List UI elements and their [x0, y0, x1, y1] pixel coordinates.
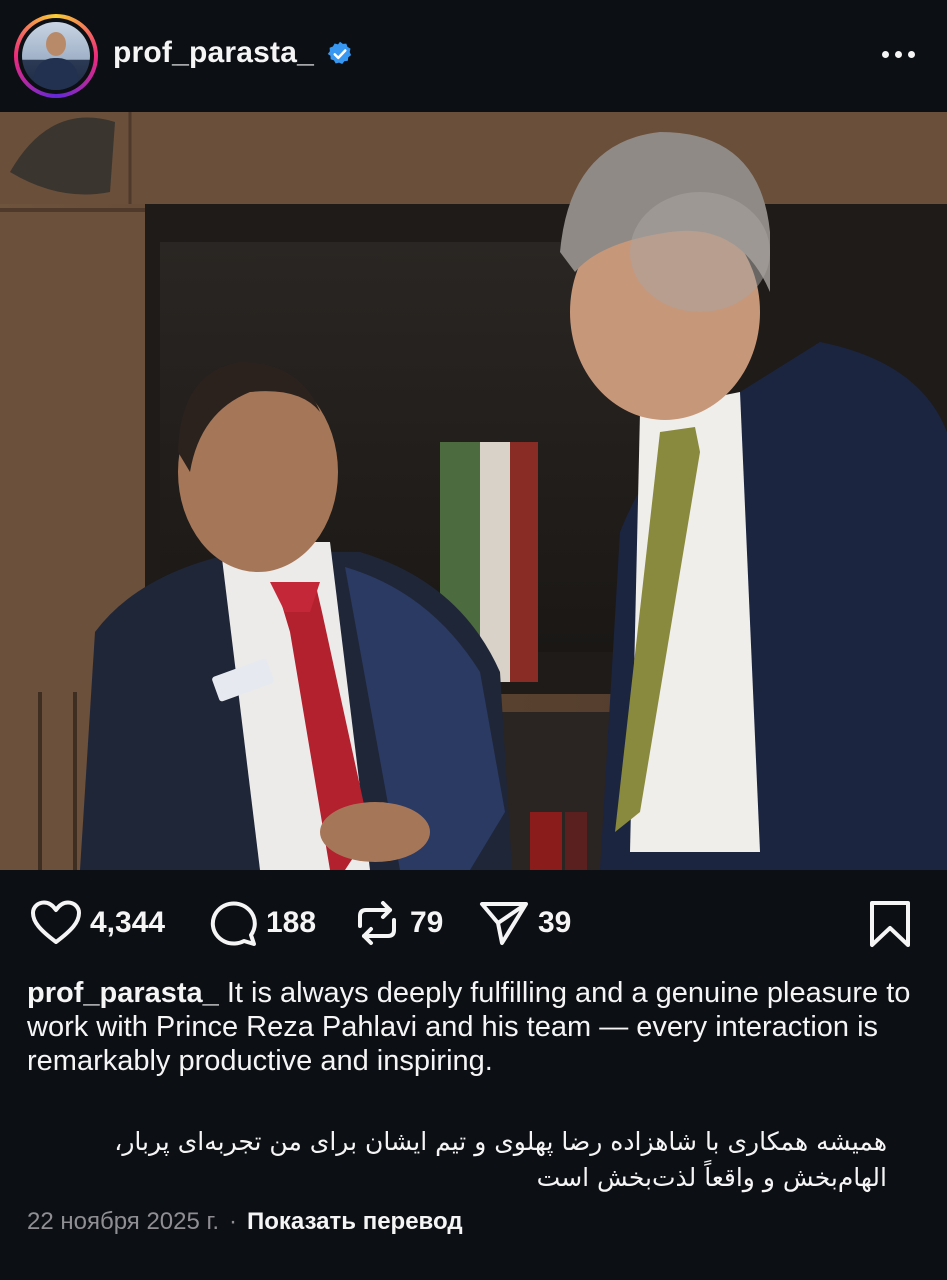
comment-icon[interactable]	[208, 899, 258, 947]
caption-text-persian: همیشه همکاری با شاهزاده رضا پهلوی و تیم …	[114, 1127, 887, 1192]
username-link[interactable]: prof_parasta_	[113, 36, 314, 70]
verified-badge-icon	[327, 41, 352, 65]
post-photo[interactable]	[0, 112, 947, 870]
photo-illustration	[0, 112, 947, 870]
avatar[interactable]	[14, 14, 98, 98]
more-options-button[interactable]	[878, 36, 918, 72]
share-icon[interactable]	[478, 899, 530, 947]
post-date: 22 ноября 2025 г.	[27, 1208, 219, 1235]
action-bar: 4,344 188 79 39	[0, 870, 947, 974]
bookmark-icon[interactable]	[868, 900, 912, 948]
like-count[interactable]: 4,344	[90, 906, 165, 940]
comment-action[interactable]: 188	[208, 898, 316, 948]
show-translation-link[interactable]: Показать перевод	[247, 1208, 463, 1235]
share-action[interactable]: 39	[478, 898, 571, 948]
comment-count[interactable]: 188	[266, 906, 316, 940]
repost-count[interactable]: 79	[410, 906, 443, 940]
like-action[interactable]: 4,344	[30, 898, 165, 948]
repost-icon[interactable]	[352, 898, 402, 948]
share-count[interactable]: 39	[538, 906, 571, 940]
repost-action[interactable]: 79	[352, 898, 443, 948]
post-caption: prof_parasta_ It is always deeply fulfil…	[27, 976, 922, 1078]
heart-icon[interactable]	[30, 900, 82, 946]
meta-separator: ·	[229, 1208, 237, 1235]
post-meta: 22 ноября 2025 г. · Показать перевод	[27, 1208, 463, 1236]
caption-username[interactable]: prof_parasta_	[27, 977, 219, 1009]
post-header: prof_parasta_	[0, 0, 947, 112]
avatar-image	[22, 22, 90, 90]
